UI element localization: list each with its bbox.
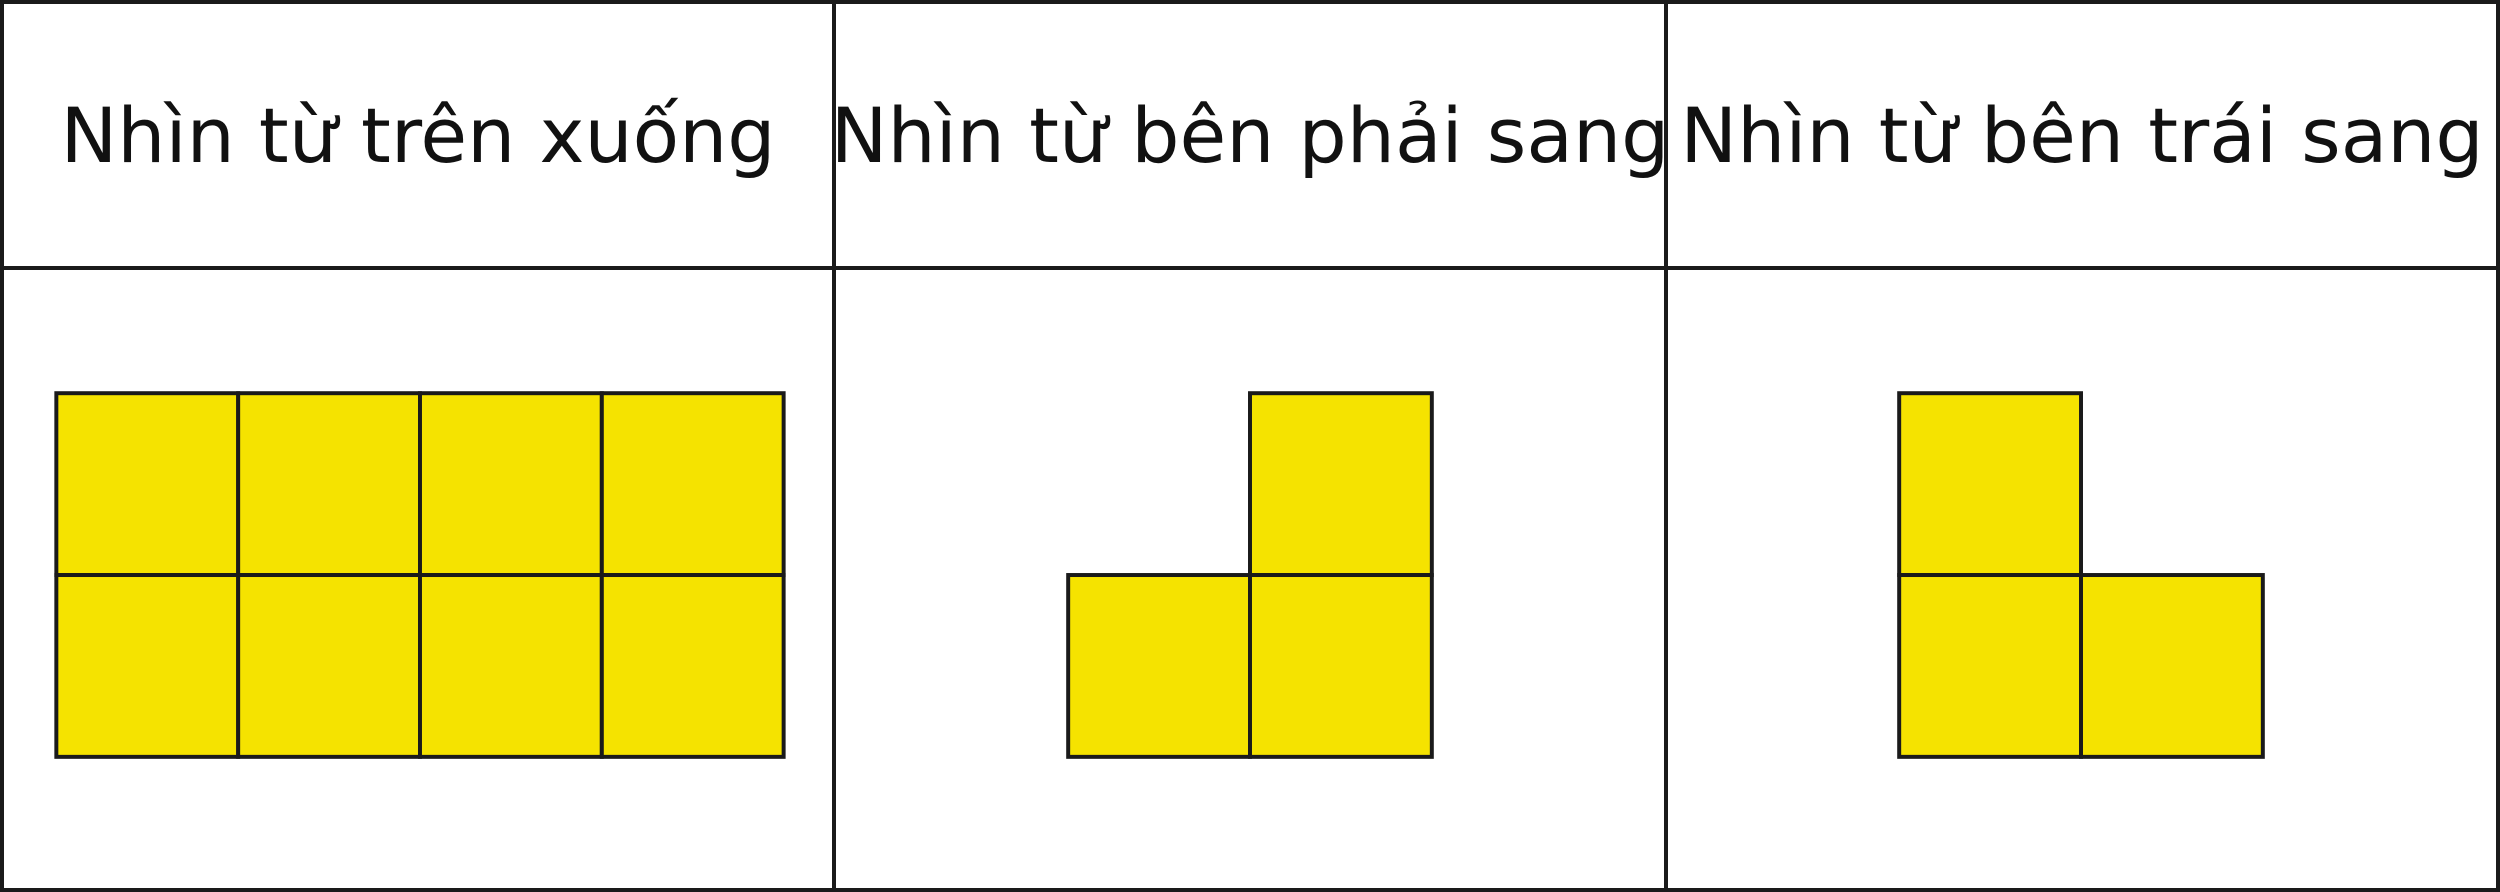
right-view-cell [836,270,1668,888]
left-view-square [2079,573,2265,759]
top-view-figure [54,391,786,759]
top-view-square [54,573,241,759]
top-view-square [417,573,604,759]
top-view-square [236,573,422,759]
left-view-square [1897,573,2083,759]
views-table: Nhìn từ trên xuống Nhìn từ bên phải sang… [0,0,2500,892]
left-view-cell [1668,270,2496,888]
left-view-figure [1897,391,2265,759]
right-view-square [1248,573,1434,759]
header-top-view: Nhìn từ trên xuống [4,4,836,270]
right-view-figure [1066,391,1434,759]
top-view-square [417,391,604,578]
top-view-square [54,391,241,578]
left-view-square [1897,391,2083,578]
right-view-square [1066,573,1252,759]
header-right-view: Nhìn từ bên phải sang [831,4,1669,270]
top-view-cell [4,270,836,888]
top-view-square [599,391,786,578]
header-left-view: Nhìn từ bên trái sang [1668,4,2496,270]
right-view-square [1248,391,1434,578]
top-view-square [236,391,422,578]
top-view-square [599,573,786,759]
